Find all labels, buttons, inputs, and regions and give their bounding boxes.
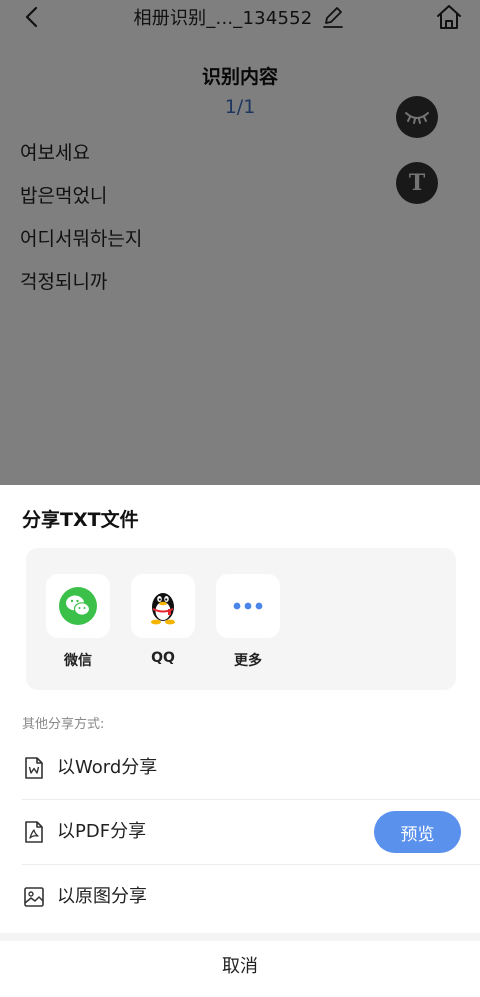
share-qq[interactable]: QQ xyxy=(131,574,195,666)
qq-icon xyxy=(151,593,175,625)
preview-button[interactable]: 预览 xyxy=(374,811,461,853)
cancel-button[interactable]: 取消 xyxy=(0,941,480,997)
qq-tile xyxy=(131,574,195,638)
wechat-tile xyxy=(46,574,110,638)
option-label: 以PDF分享 xyxy=(57,821,147,842)
option-label: 以Word分享 xyxy=(57,757,158,778)
share-label: 微信 xyxy=(64,653,92,669)
cancel-separator xyxy=(0,933,480,941)
share-wechat[interactable]: 微信 xyxy=(46,574,110,670)
share-sheet: 分享TXT文件 微信 QQ 更多 其他分享方式: 以Word分享 以PDF分享 … xyxy=(0,485,480,997)
word-file-icon xyxy=(25,757,43,779)
option-label: 以原图分享 xyxy=(57,886,147,907)
share-label: 更多 xyxy=(234,653,262,669)
sheet-title: 分享TXT文件 xyxy=(22,509,139,531)
share-as-original-image[interactable]: 以原图分享 xyxy=(0,865,480,929)
share-label: QQ xyxy=(151,650,175,666)
share-as-word[interactable]: 以Word分享 xyxy=(0,736,480,800)
more-icon xyxy=(233,602,263,610)
wechat-icon xyxy=(59,587,97,625)
share-targets-panel: 微信 QQ 更多 xyxy=(26,548,456,690)
other-share-methods-label: 其他分享方式: xyxy=(22,717,105,732)
more-tile xyxy=(216,574,280,638)
pdf-file-icon xyxy=(25,821,43,843)
share-more[interactable]: 更多 xyxy=(216,574,280,670)
image-icon xyxy=(24,887,44,907)
